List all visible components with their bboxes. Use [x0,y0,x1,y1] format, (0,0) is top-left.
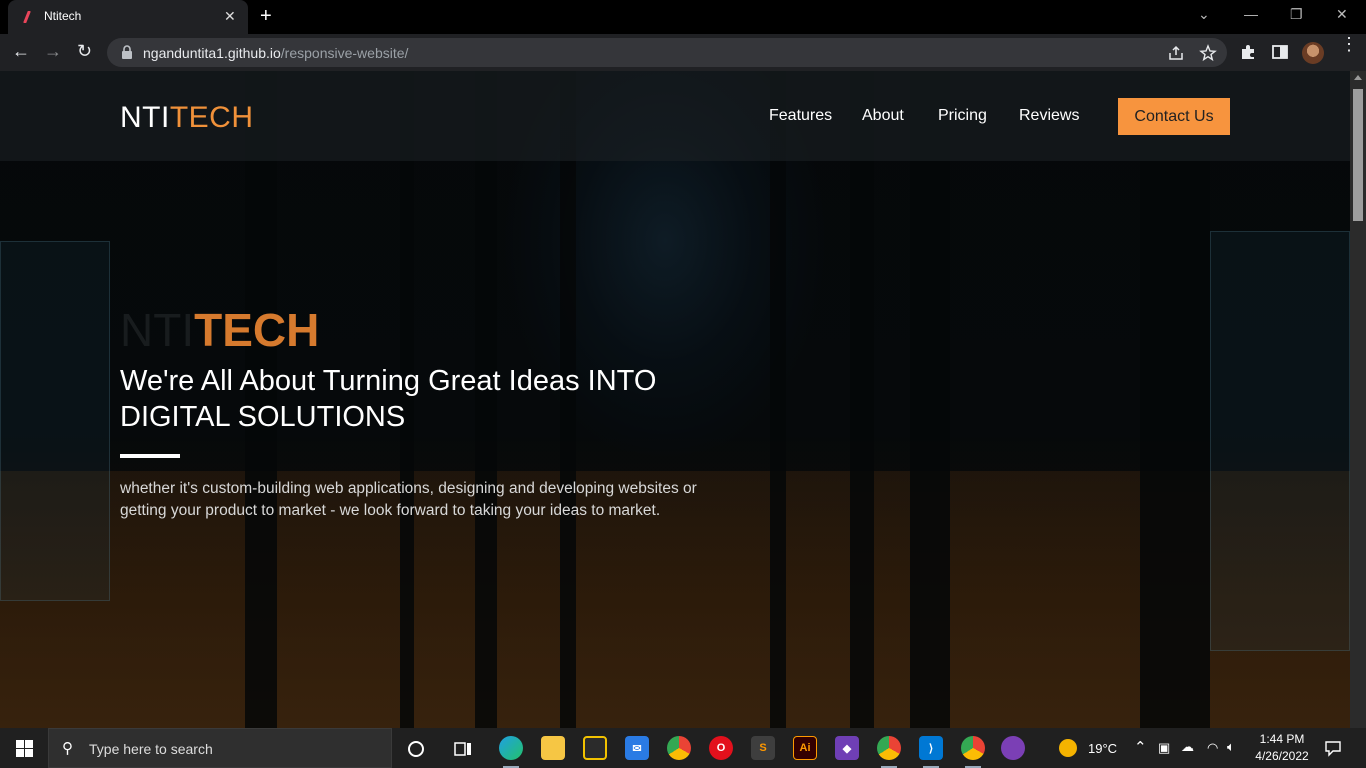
nav-about[interactable]: About [862,107,904,125]
tab-search-icon[interactable]: ⌄ [1198,6,1210,23]
forward-button[interactable]: → [44,41,62,62]
glass-panel [1210,231,1350,651]
browser-toolbar: ← → ↻ nganduntita1.github.io/responsive-… [0,34,1366,71]
corridor-pillar [850,71,874,728]
page-scrollbar[interactable] [1350,71,1366,728]
clock-date: 4/26/2022 [1255,749,1309,763]
clock-time: 1:44 PM [1259,732,1305,746]
profile-avatar[interactable] [1302,42,1324,64]
search-icon: ⚲ [62,740,73,757]
microsoft-store-icon[interactable] [583,736,607,760]
minimize-button[interactable]: — [1244,6,1258,22]
tab-strip: Ntitech ✕ + ⌄ — ❐ ✕ [0,0,1366,34]
site-header: NTITECH Features About Pricing Reviews C… [0,71,1350,161]
share-icon[interactable] [1167,44,1185,62]
chrome-dev-icon[interactable] [877,736,901,768]
opera-icon[interactable]: O [709,736,733,760]
hero-title: We're All About Turning Great Ideas INTO… [120,363,720,435]
glass-panel [0,241,110,601]
search-placeholder: Type here to search [89,741,213,757]
cortana-icon[interactable] [407,740,425,758]
weather-temperature[interactable]: 19°C [1088,741,1117,756]
visual-studio-icon[interactable]: ◆ [835,736,859,760]
hero-title-line2: DIGITAL SOLUTIONS [120,401,406,433]
lock-icon [122,45,132,59]
edge-icon[interactable] [499,736,523,768]
volume-icon[interactable]: 🔈︎ [1227,739,1235,755]
contact-us-button[interactable]: Contact Us [1118,98,1230,135]
close-window-button[interactable]: ✕ [1336,6,1348,23]
system-clock[interactable]: 1:44 PM 4/26/2022 [1252,731,1312,765]
hero-description: whether it's custom-building web applica… [120,480,697,519]
illustrator-icon[interactable]: Ai [793,736,817,760]
mail-icon[interactable]: ✉ [625,736,649,760]
url-text: nganduntita1.github.io/responsive-websit… [143,45,408,61]
back-button[interactable]: ← [12,41,30,62]
new-tab-button[interactable]: + [260,5,272,28]
corridor-pillar [770,71,786,728]
notifications-icon[interactable] [1324,739,1342,757]
site-logo[interactable]: NTITECH [120,101,254,135]
meet-now-icon[interactable]: ▣ [1158,740,1170,756]
address-bar[interactable]: nganduntita1.github.io/responsive-websit… [107,38,1227,67]
restore-button[interactable]: ❐ [1290,6,1303,23]
tray-chevron-up-icon[interactable]: ⌃ [1134,738,1147,756]
reload-button[interactable]: ↻ [77,41,92,62]
page-viewport: NTITECH Features About Pricing Reviews C… [0,71,1350,728]
nav-features[interactable]: Features [769,107,832,125]
scroll-thumb[interactable] [1353,89,1363,221]
url-host: nganduntita1.github.io [143,45,281,61]
browser-tab[interactable]: Ntitech ✕ [8,0,248,34]
nav-pricing[interactable]: Pricing [938,107,987,125]
taskbar: ⚲ Type here to search ✉ O S Ai ◆ ⟩ 19°C … [0,728,1366,768]
hero-brand-ghost: NTI [120,304,195,356]
url-path: /responsive-website/ [280,45,409,61]
logo-text-tech: TECH [169,101,254,134]
sublime-text-icon[interactable]: S [751,736,775,760]
nav-reviews[interactable]: Reviews [1019,107,1079,125]
vscode-icon[interactable]: ⟩ [919,736,943,768]
close-tab-icon[interactable]: ✕ [224,8,236,25]
hero-brand-accent: TECH [194,304,320,356]
scroll-up-arrow-icon[interactable] [1354,75,1362,80]
bookmark-star-icon[interactable] [1199,44,1217,62]
github-desktop-icon[interactable] [1001,736,1025,760]
hero-brand: NTITECH [120,303,319,357]
corridor-pillar [910,71,950,728]
browser-menu-icon[interactable]: ⋮ [1340,35,1358,53]
file-explorer-icon[interactable] [541,736,565,760]
weather-sun-icon[interactable] [1059,739,1077,757]
taskbar-search-box[interactable]: ⚲ Type here to search [48,728,392,768]
task-view-icon[interactable] [454,740,472,758]
side-panel-icon[interactable] [1271,43,1289,61]
favicon-icon [23,11,31,23]
chrome-icon[interactable] [667,736,691,760]
logo-text-nti: NTI [120,101,170,134]
windows-start-icon[interactable] [16,740,33,757]
onedrive-cloud-icon[interactable]: ☁ [1181,739,1194,755]
tab-title: Ntitech [44,9,82,23]
hero-title-line1: We're All About Turning Great Ideas INTO [120,365,657,397]
hero-divider [120,454,180,458]
chrome-canary-icon[interactable] [961,736,985,768]
corridor-pillar [1140,71,1210,728]
wifi-icon[interactable]: ◠ [1207,740,1218,756]
extensions-icon[interactable] [1239,43,1257,61]
